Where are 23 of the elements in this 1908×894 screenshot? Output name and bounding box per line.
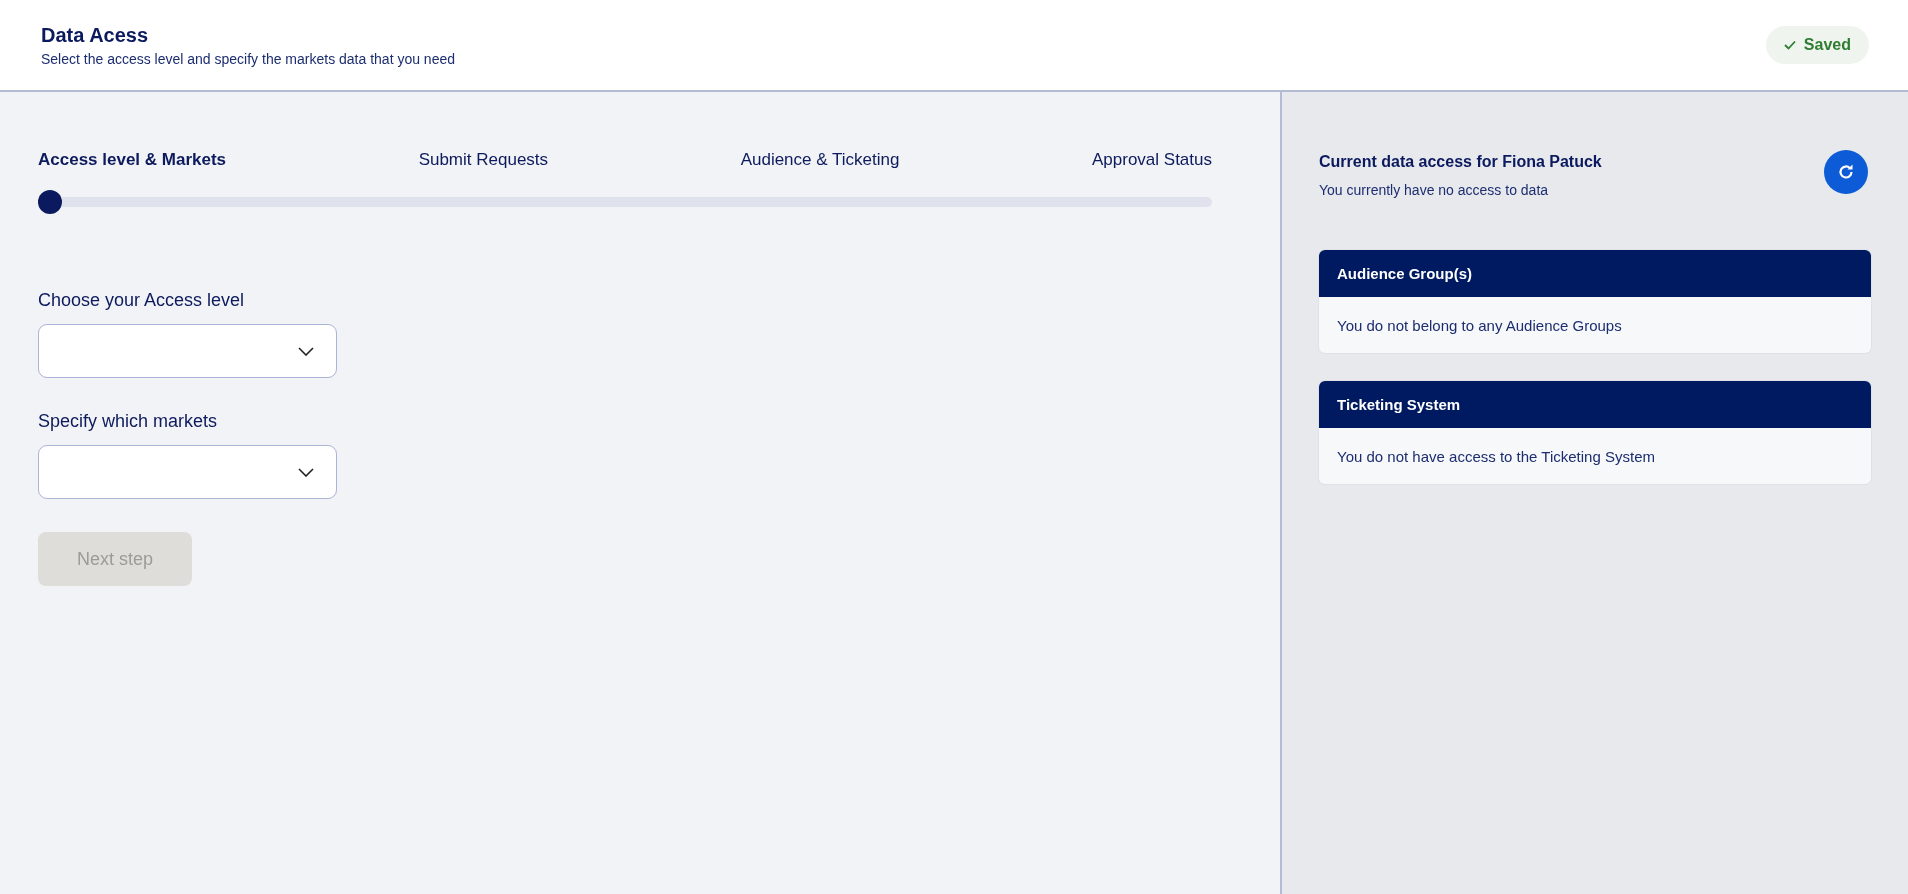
step-tab[interactable]: Access level & Markets: [38, 150, 227, 170]
chevron-down-icon: [298, 346, 314, 356]
field-label: Specify which markets: [38, 411, 219, 432]
step-tab[interactable]: Submit Requests: [418, 150, 549, 170]
card-header: Ticketing System: [1319, 381, 1871, 428]
check-icon: [1783, 40, 1796, 50]
step-tab[interactable]: Approval Status: [1091, 150, 1212, 170]
refresh-icon: [1836, 162, 1856, 182]
page-subtitle: Select the access level and specify the markets data that you need: [41, 50, 456, 67]
chevron-down-icon: [298, 467, 314, 477]
status-label: Saved: [1803, 36, 1851, 54]
step-tab[interactable]: Audience & Ticketing: [740, 150, 900, 170]
field-label: Choose your Access level: [38, 290, 246, 311]
panel-subtitle: You currently have no access to data: [1319, 182, 1550, 198]
page-title: Data Acess: [41, 23, 150, 47]
refresh-button[interactable]: [1824, 150, 1868, 194]
progress-thumb[interactable]: [38, 190, 62, 214]
card-header: Audience Group(s): [1319, 250, 1871, 297]
panel-title: Current data access for Fiona Patuck: [1319, 153, 1602, 171]
dropdown-field[interactable]: [38, 324, 337, 378]
dropdown-field[interactable]: [38, 445, 337, 499]
card-text: You do not have access to the Ticketing System: [1336, 446, 1656, 467]
card-text: You do not belong to any Audience Groups: [1336, 315, 1623, 336]
